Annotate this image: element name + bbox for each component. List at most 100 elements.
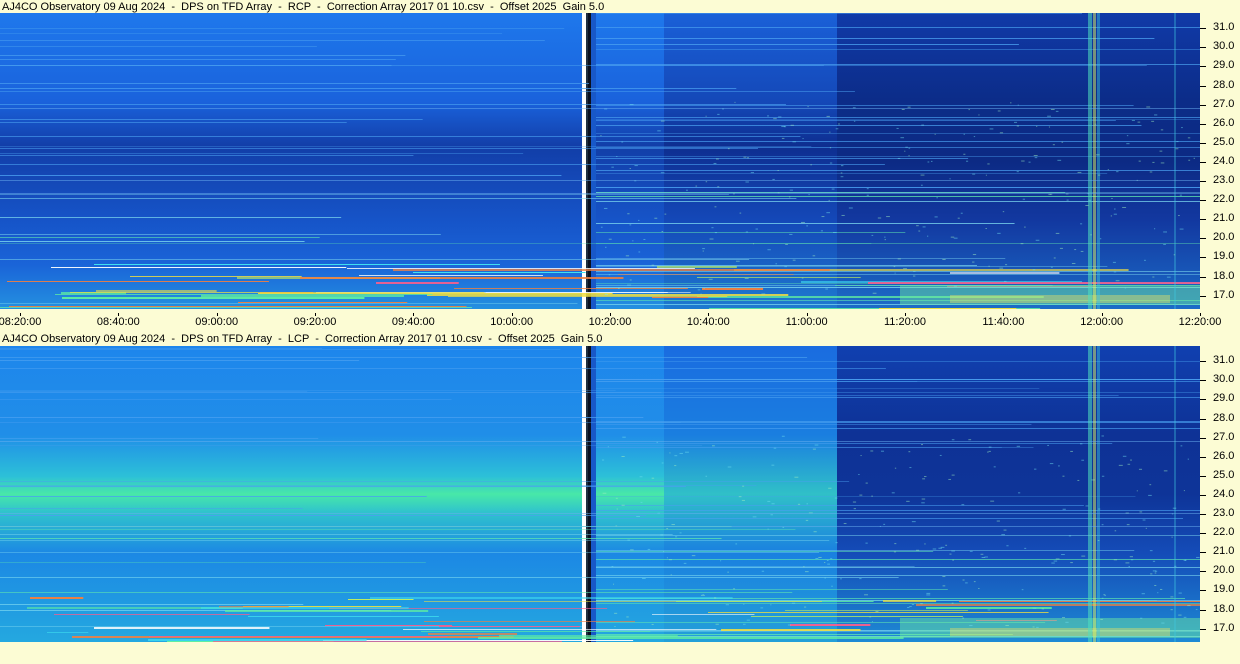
emission-speck [936, 197, 938, 199]
emission-speck [1179, 228, 1184, 230]
rfi-line [376, 282, 459, 284]
rfi-line [454, 288, 688, 289]
emission-speck [1035, 239, 1040, 241]
emission-speck [884, 239, 886, 241]
emission-speck [894, 467, 897, 469]
emission-speck [713, 162, 717, 164]
emission-speck [739, 212, 742, 214]
ytick-label: 26.0 [1213, 116, 1235, 129]
interference-line [0, 59, 396, 60]
emission-speck [875, 610, 879, 612]
rfi-line [428, 633, 518, 635]
interference-line [596, 38, 1155, 39]
emission-speck [1013, 121, 1018, 123]
interference-line [0, 175, 562, 176]
emission-speck [824, 577, 827, 579]
emission-speck [1036, 125, 1038, 127]
emission-speck [871, 234, 874, 236]
emission-speck [1081, 459, 1085, 461]
emission-speck [972, 254, 977, 256]
emission-speck [1113, 559, 1118, 561]
rfi-line [413, 272, 586, 273]
emission-speck [1001, 534, 1005, 536]
ytick-label: 30.0 [1213, 373, 1235, 386]
emission-speck [806, 225, 809, 227]
emission-speck [767, 500, 771, 502]
ytick-mark [1200, 399, 1206, 401]
emission-speck [626, 616, 629, 618]
ytick-label: 31.0 [1213, 21, 1235, 34]
ytick-label: 23.0 [1213, 174, 1235, 187]
emission-speck [752, 243, 755, 245]
emission-speck [604, 293, 607, 295]
interference-line [0, 155, 414, 156]
emission-speck [755, 228, 758, 230]
emission-speck [1149, 550, 1153, 552]
emission-speck [969, 625, 973, 627]
emission-speck [746, 619, 750, 621]
emission-speck [1095, 154, 1100, 156]
emission-speck [1139, 511, 1143, 513]
emission-speck [713, 597, 717, 599]
rfi-line [721, 629, 861, 631]
emission-speck [1160, 588, 1163, 590]
rfi-line [325, 625, 453, 626]
emission-speck [1114, 208, 1116, 210]
emission-speck [1062, 617, 1065, 619]
emission-speck [1125, 562, 1130, 564]
emission-speck [660, 120, 665, 122]
emission-speck [951, 550, 955, 552]
emission-speck [830, 558, 833, 560]
emission-speck [810, 164, 812, 166]
ytick-mark [1200, 104, 1206, 106]
interference-line [0, 153, 524, 154]
emission-speck [1152, 276, 1155, 278]
rfi-line [54, 614, 250, 615]
emission-speck [1163, 470, 1168, 472]
emission-speck [1151, 120, 1155, 122]
emission-speck [1149, 171, 1153, 173]
ytick-mark [1200, 219, 1206, 221]
emission-speck [1091, 479, 1096, 481]
interference-line [596, 156, 1200, 157]
emission-speck [841, 214, 845, 216]
emission-speck [865, 542, 868, 544]
emission-speck [806, 503, 809, 505]
emission-speck [660, 172, 665, 174]
interference-line [596, 510, 1200, 511]
emission-speck [940, 546, 945, 548]
emission-speck [666, 528, 669, 530]
xtick-label: 08:40:00 [96, 316, 140, 328]
emission-speck [781, 435, 785, 437]
emission-speck [805, 571, 809, 573]
emission-speck [1174, 565, 1177, 567]
emission-speck [638, 251, 641, 253]
emission-speck [705, 475, 708, 477]
xtick-label: 12:00:00 [1080, 316, 1124, 328]
emission-speck [1053, 257, 1056, 259]
xtick-label: 08:20:00 [0, 316, 42, 328]
emission-speck [608, 238, 612, 240]
emission-speck [987, 609, 991, 611]
emission-speck [629, 104, 634, 106]
interference-line [0, 392, 662, 393]
rfi-line [439, 626, 580, 627]
xtick-label: 10:20:00 [588, 316, 632, 328]
emission-speck [781, 126, 786, 128]
emission-speck [853, 120, 856, 122]
emission-speck [1195, 609, 1198, 611]
emission-speck [1061, 141, 1064, 143]
emission-speck [600, 226, 603, 228]
emission-speck [829, 162, 833, 164]
emission-speck [770, 604, 772, 606]
emission-speck [921, 498, 926, 500]
emission-speck [804, 606, 807, 608]
emission-speck [896, 127, 899, 129]
interference-line [596, 271, 1200, 272]
emission-speck [797, 503, 801, 505]
ytick-label: 29.0 [1213, 392, 1235, 405]
rfi-line [790, 624, 871, 626]
emission-speck [625, 255, 630, 257]
emission-speck [1081, 555, 1086, 557]
emission-speck [952, 559, 955, 561]
